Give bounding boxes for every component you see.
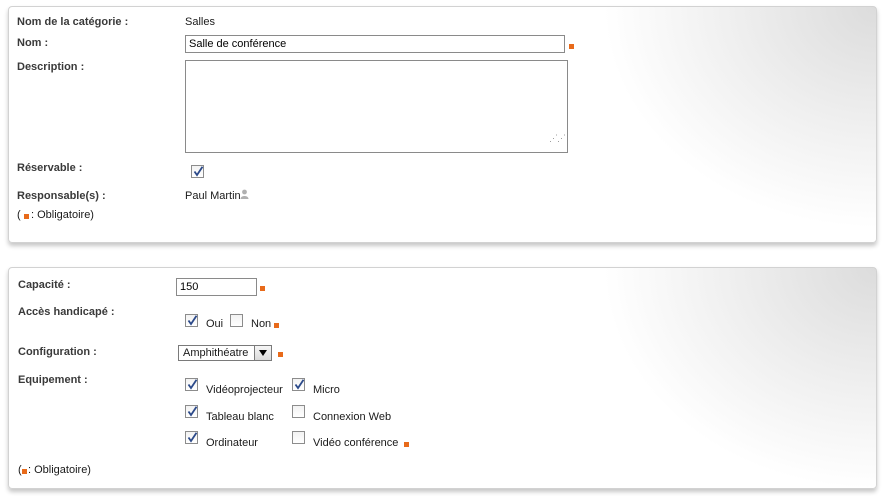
required-marker bbox=[278, 352, 283, 357]
reservable-label: Réservable : bbox=[17, 162, 83, 174]
legend-text: : Obligatoire) bbox=[31, 209, 94, 221]
check-icon bbox=[187, 406, 198, 417]
required-marker bbox=[569, 44, 574, 49]
user-icon[interactable] bbox=[240, 189, 249, 199]
equipment-whiteboard-checkbox[interactable] bbox=[185, 405, 198, 418]
required-marker bbox=[404, 442, 409, 447]
equipment-micro-label: Micro bbox=[313, 384, 340, 396]
access-no-checkbox[interactable] bbox=[230, 314, 243, 327]
capacity-label: Capacité : bbox=[18, 279, 71, 291]
managers-value: Paul Martin bbox=[185, 190, 241, 202]
equipment-computer-checkbox[interactable] bbox=[185, 431, 198, 444]
resource-details-panel: Capacité : Accès handicapé : Oui Non Con… bbox=[8, 267, 877, 489]
managers-label: Responsable(s) : bbox=[17, 190, 106, 202]
equipment-videoconf-checkbox[interactable] bbox=[292, 431, 305, 444]
resource-info-panel: Nom de la catégorie : Salles Nom : Descr… bbox=[8, 6, 877, 243]
equipment-videoprojector-label: Vidéoprojecteur bbox=[206, 384, 283, 396]
legend-open: ( bbox=[17, 209, 21, 221]
config-select[interactable]: Amphithéatre bbox=[178, 345, 272, 361]
equipment-computer-label: Ordinateur bbox=[206, 437, 258, 449]
category-label: Nom de la catégorie : bbox=[17, 16, 129, 28]
equipment-label: Equipement : bbox=[18, 374, 88, 386]
required-marker bbox=[260, 286, 265, 291]
resize-grip-icon[interactable]: ⋰⋰ bbox=[549, 134, 566, 143]
check-icon bbox=[187, 379, 198, 390]
config-label: Configuration : bbox=[18, 346, 97, 358]
equipment-micro-checkbox[interactable] bbox=[292, 378, 305, 391]
legend-required-marker bbox=[22, 469, 27, 474]
access-label: Accès handicapé : bbox=[18, 306, 115, 318]
access-no-label: Non bbox=[251, 318, 272, 330]
check-icon bbox=[193, 166, 204, 177]
access-yes-checkbox[interactable] bbox=[185, 314, 198, 327]
capacity-input[interactable] bbox=[176, 278, 257, 296]
equipment-whiteboard-label: Tableau blanc bbox=[206, 411, 274, 423]
chevron-down-icon[interactable] bbox=[254, 346, 271, 360]
access-yes-label: Oui bbox=[206, 318, 224, 330]
category-value: Salles bbox=[185, 16, 215, 28]
check-icon bbox=[187, 315, 198, 326]
legend-text: : Obligatoire) bbox=[28, 464, 91, 476]
config-selected-value: Amphithéatre bbox=[183, 347, 249, 359]
equipment-videoconf-label: Vidéo conférence bbox=[313, 437, 399, 449]
equipment-videoprojector-checkbox[interactable] bbox=[185, 378, 198, 391]
equipment-web-checkbox[interactable] bbox=[292, 405, 305, 418]
required-marker bbox=[274, 323, 279, 328]
equipment-web-label: Connexion Web bbox=[313, 411, 392, 423]
legend-required-marker bbox=[24, 214, 29, 219]
name-label: Nom : bbox=[17, 37, 49, 49]
reservable-checkbox[interactable] bbox=[191, 165, 204, 178]
name-input[interactable] bbox=[185, 35, 565, 53]
check-icon bbox=[187, 432, 198, 443]
description-textarea[interactable] bbox=[185, 60, 568, 153]
check-icon bbox=[294, 379, 305, 390]
description-label: Description : bbox=[17, 61, 85, 73]
